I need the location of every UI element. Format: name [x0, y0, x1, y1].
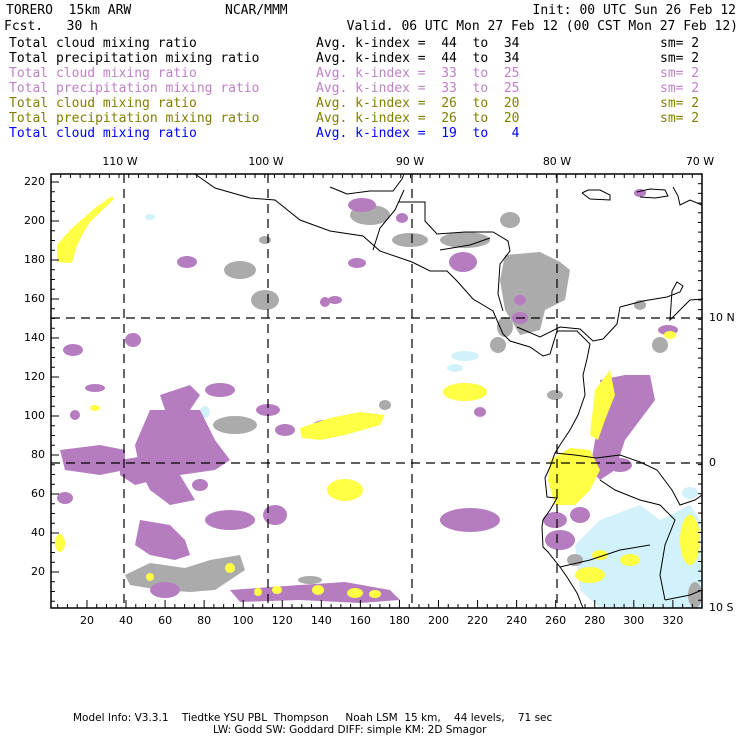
latitude-label: 0	[709, 456, 716, 469]
x-tick-label: 80	[197, 614, 212, 627]
x-tick-label: 160	[349, 614, 371, 627]
model-info-line1: Model Info: V3.3.1 Tiedtke YSU PBL Thomp…	[73, 712, 553, 724]
x-tick-label: 20	[79, 614, 94, 627]
map-plot	[50, 173, 704, 609]
x-tick-label: 200	[428, 614, 449, 627]
x-tick-label: 220	[467, 614, 489, 627]
longitude-label: 80 W	[542, 155, 572, 168]
y-tick-label: 80	[31, 448, 45, 461]
y-tick-label: 220	[24, 175, 45, 188]
y-tick-label: 40	[31, 526, 45, 539]
y-tick-label: 120	[24, 370, 45, 383]
y-tick-label: 140	[24, 331, 45, 344]
x-tick-label: 300	[623, 614, 645, 627]
x-tick-label: 140	[310, 614, 332, 627]
y-tick-label: 200	[24, 214, 45, 227]
y-tick-label: 160	[24, 292, 45, 305]
y-tick-label: 60	[31, 487, 45, 500]
y-tick-label: 20	[31, 565, 45, 578]
x-tick-label: 120	[271, 614, 293, 627]
y-tick-label: 180	[24, 253, 45, 266]
x-tick-label: 100	[232, 614, 254, 627]
longitude-label: 110 W	[102, 155, 138, 168]
longitude-label: 90 W	[395, 155, 425, 168]
longitude-label: 70 W	[685, 155, 715, 168]
x-tick-label: 240	[506, 614, 528, 627]
latitude-label: 10 S	[709, 601, 734, 614]
y-tick-label: 100	[24, 409, 45, 422]
x-tick-label: 280	[584, 614, 606, 627]
x-tick-label: 40	[119, 614, 134, 627]
x-tick-label: 60	[158, 614, 173, 627]
x-tick-label: 260	[545, 614, 567, 627]
x-tick-label: 180	[388, 614, 410, 627]
model-info-line2: LW: Godd SW: Goddard DIFF: simple KM: 2D…	[213, 724, 487, 736]
longitude-label: 100 W	[248, 155, 284, 168]
latitude-label: 10 N	[709, 311, 735, 324]
x-tick-label: 320	[662, 614, 684, 627]
